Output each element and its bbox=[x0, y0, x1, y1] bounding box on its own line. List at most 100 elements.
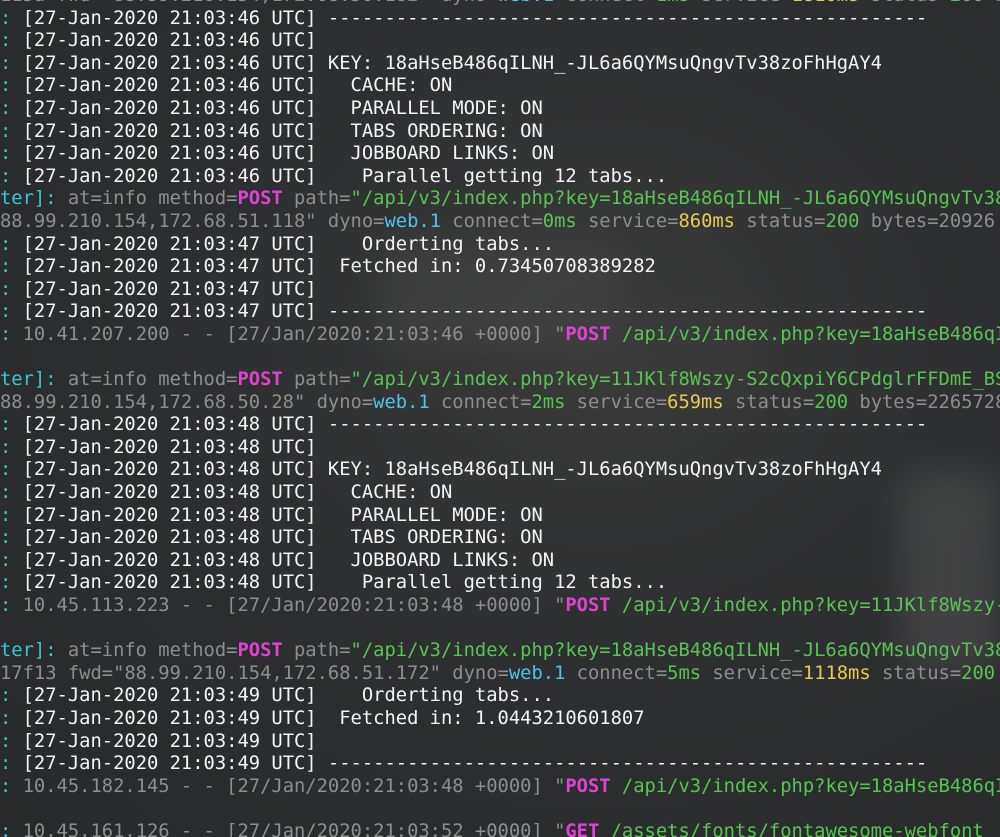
log-line: : [27-Jan-2020 21:03:46 UTC] Parallel ge… bbox=[0, 166, 1000, 189]
log-segment: : bbox=[0, 775, 23, 797]
log-segment: [27-Jan-2020 21:03:49 UTC] Fetched in: 1… bbox=[22, 708, 645, 729]
log-segment: POST bbox=[237, 640, 283, 662]
log-segment: [27-Jan-2020 21:03:48 UTC] PARALLEL MODE… bbox=[22, 504, 543, 526]
log-segment: [27-Jan-2020 21:03:46 UTC] KEY: 18aHseB4… bbox=[22, 52, 882, 74]
log-segment: : bbox=[0, 143, 23, 165]
log-segment: POST bbox=[565, 775, 611, 797]
log-segment: : bbox=[0, 685, 23, 707]
log-segment: [27-Jan-2020 21:03:47 UTC] bbox=[22, 278, 317, 300]
log-segment: [27-Jan-2020 21:03:48 UTC] CACHE: ON bbox=[22, 482, 453, 504]
log-segment: : bbox=[0, 572, 23, 594]
log-line: : [27-Jan-2020 21:03:46 UTC] PARALLEL MO… bbox=[0, 98, 1000, 121]
log-line: : [27-Jan-2020 21:03:46 UTC] KEY: 18aHse… bbox=[0, 53, 1000, 76]
log-segment: : bbox=[0, 459, 23, 481]
log-line: 115a fwd="88.99.210.154,172.68.50.182" d… bbox=[0, 0, 1000, 8]
log-segment: 2ms bbox=[531, 391, 566, 413]
log-segment: 88.99.210.154,172.68.51.118" dyno= bbox=[0, 210, 385, 232]
log-line: : 10.41.207.200 - - [27/Jan/2020:21:03:4… bbox=[0, 324, 1000, 347]
log-segment: path= bbox=[282, 640, 351, 662]
log-segment: [27-Jan-2020 21:03:46 UTC] CACHE: ON bbox=[22, 75, 453, 97]
log-segment: /api/v3/index.php?key=11JKlf8Wszy- bbox=[610, 595, 1000, 617]
log-segment: 200 bbox=[814, 391, 849, 413]
log-segment: [27-Jan-2020 21:03:48 UTC] JOBBOARD LINK… bbox=[22, 549, 555, 571]
log-segment: /assets/fonts/fontawesome-webfont bbox=[599, 820, 984, 837]
log-segment: [27-Jan-2020 21:03:47 UTC] Fetched in: 0… bbox=[22, 256, 656, 278]
log-segment: 200 bbox=[961, 662, 996, 684]
log-segment: [27-Jan-2020 21:03:47 UTC] Orderting tab… bbox=[22, 233, 555, 255]
log-segment: POST bbox=[565, 323, 611, 345]
log-segment: connect= bbox=[441, 210, 543, 232]
log-segment: : bbox=[0, 549, 23, 571]
log-line: : [27-Jan-2020 21:03:49 UTC] bbox=[0, 731, 1000, 754]
log-segment: b bbox=[984, 0, 1000, 6]
log-line: 88.99.210.154,172.68.50.28" dyno=web.1 c… bbox=[0, 392, 1000, 415]
log-segment: [27-Jan-2020 21:03:46 UTC] Parallel gett… bbox=[22, 165, 668, 187]
log-segment: "/api/v3/index.php?key=18aHseB486qILNH_-… bbox=[350, 188, 1000, 210]
log-segment: [27-Jan-2020 21:03:48 UTC] KEY: 18aHseB4… bbox=[22, 459, 882, 481]
log-segment: [27-Jan-2020 21:03:46 UTC] JOBBOARD LINK… bbox=[22, 143, 555, 165]
log-segment: web.1 bbox=[373, 391, 430, 413]
log-segment: 200 bbox=[825, 210, 860, 232]
log-segment: : bbox=[0, 323, 23, 345]
log-segment: 200 bbox=[950, 0, 984, 6]
log-segment: [27-Jan-2020 21:03:48 UTC] bbox=[22, 436, 317, 458]
log-segment: 10.45.113.223 - - [27/Jan/2020:21:03:48 … bbox=[22, 595, 566, 617]
log-segment: : bbox=[0, 52, 23, 74]
log-segment: 860ms bbox=[678, 210, 735, 232]
log-segment: at=info method= bbox=[67, 188, 238, 210]
log-segment: [27-Jan-2020 21:03:48 UTC] TABS ORDERING… bbox=[22, 527, 543, 549]
terminal-window[interactable]: 115a fwd="88.99.210.154,172.68.50.182" d… bbox=[0, 0, 1000, 837]
log-segment: 10.41.207.200 - - [27/Jan/2020:21:03:46 … bbox=[22, 323, 566, 345]
log-segment: : bbox=[0, 7, 23, 29]
log-segment: bytes=20926 bbox=[859, 210, 996, 232]
log-segment: : bbox=[0, 97, 23, 119]
log-line: : [27-Jan-2020 21:03:48 UTC] bbox=[0, 437, 1000, 460]
log-segment: : bbox=[0, 708, 23, 729]
log-segment: : bbox=[0, 504, 23, 526]
log-line: : [27-Jan-2020 21:03:47 UTC] Fetched in:… bbox=[0, 256, 1000, 279]
log-segment: : bbox=[0, 30, 23, 52]
log-line: : [27-Jan-2020 21:03:47 UTC] Orderting t… bbox=[0, 234, 1000, 257]
log-segment: 10.45.182.145 - - [27/Jan/2020:21:03:48 … bbox=[22, 775, 566, 797]
log-segment: 10.45.161.126 - - [27/Jan/2020:21:03:52 … bbox=[22, 820, 566, 837]
log-output[interactable]: 115a fwd="88.99.210.154,172.68.50.182" d… bbox=[0, 0, 1000, 837]
log-segment: [27-Jan-2020 21:03:49 UTC] Orderting tab… bbox=[22, 685, 555, 707]
log-line: 17f13 fwd="88.99.210.154,172.68.51.172" … bbox=[0, 663, 1000, 686]
log-segment: connect= bbox=[554, 0, 655, 6]
log-segment: connect= bbox=[429, 391, 532, 413]
log-segment: ter]: bbox=[0, 369, 68, 391]
log-segment: POST bbox=[565, 595, 611, 617]
log-segment: ter]: bbox=[0, 640, 68, 662]
log-segment: : bbox=[0, 482, 23, 504]
log-line: : [27-Jan-2020 21:03:46 UTC] CACHE: ON bbox=[0, 75, 1000, 98]
log-segment: web.1 bbox=[498, 0, 555, 6]
log-line: : 10.45.182.145 - - [27/Jan/2020:21:03:4… bbox=[0, 776, 1000, 799]
log-line: ter]: at=info method=POST path="/api/v3/… bbox=[0, 369, 1000, 392]
log-segment: : bbox=[0, 527, 23, 549]
log-segment: bytes=2265728 bbox=[848, 391, 1000, 413]
log-segment: connect= bbox=[565, 662, 668, 684]
log-segment: : bbox=[0, 75, 23, 97]
log-segment: status= bbox=[735, 210, 826, 232]
log-line: : [27-Jan-2020 21:03:48 UTC] Parallel ge… bbox=[0, 572, 1000, 595]
log-segment: POST bbox=[237, 369, 283, 391]
log-segment: [27-Jan-2020 21:03:46 UTC] bbox=[22, 30, 317, 52]
log-line: : [27-Jan-2020 21:03:48 UTC] CACHE: ON bbox=[0, 482, 1000, 505]
log-segment: : bbox=[0, 436, 23, 458]
log-segment: [27-Jan-2020 21:03:48 UTC] -------------… bbox=[22, 414, 928, 436]
log-segment: path= bbox=[282, 188, 351, 210]
log-segment: : bbox=[0, 820, 23, 837]
log-segment: : bbox=[0, 256, 23, 278]
log-line: : [27-Jan-2020 21:03:46 UTC] TABS ORDERI… bbox=[0, 121, 1000, 144]
log-line: : [27-Jan-2020 21:03:48 UTC] PARALLEL MO… bbox=[0, 505, 1000, 528]
log-line: : [27-Jan-2020 21:03:48 UTC] KEY: 18aHse… bbox=[0, 459, 1000, 482]
log-segment: 1810ms bbox=[792, 0, 860, 6]
log-line: 88.99.210.154,172.68.51.118" dyno=web.1 … bbox=[0, 211, 1000, 234]
log-segment: path= bbox=[282, 369, 351, 391]
log-segment: service= bbox=[576, 210, 679, 232]
log-line: : [27-Jan-2020 21:03:46 UTC] -----------… bbox=[0, 8, 1000, 31]
log-segment: ter]: bbox=[0, 188, 68, 210]
log-line: : [27-Jan-2020 21:03:49 UTC] -----------… bbox=[0, 753, 1000, 776]
log-line: : [27-Jan-2020 21:03:47 UTC] -----------… bbox=[0, 301, 1000, 324]
